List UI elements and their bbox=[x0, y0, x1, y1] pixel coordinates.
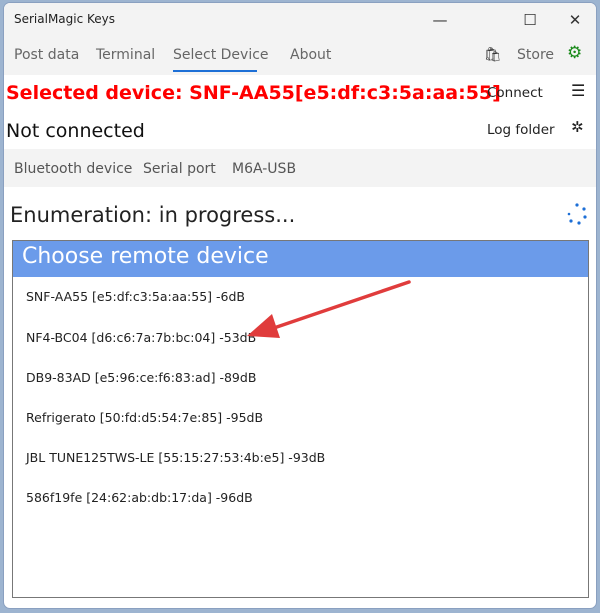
annotation-arrow-icon bbox=[247, 280, 411, 338]
